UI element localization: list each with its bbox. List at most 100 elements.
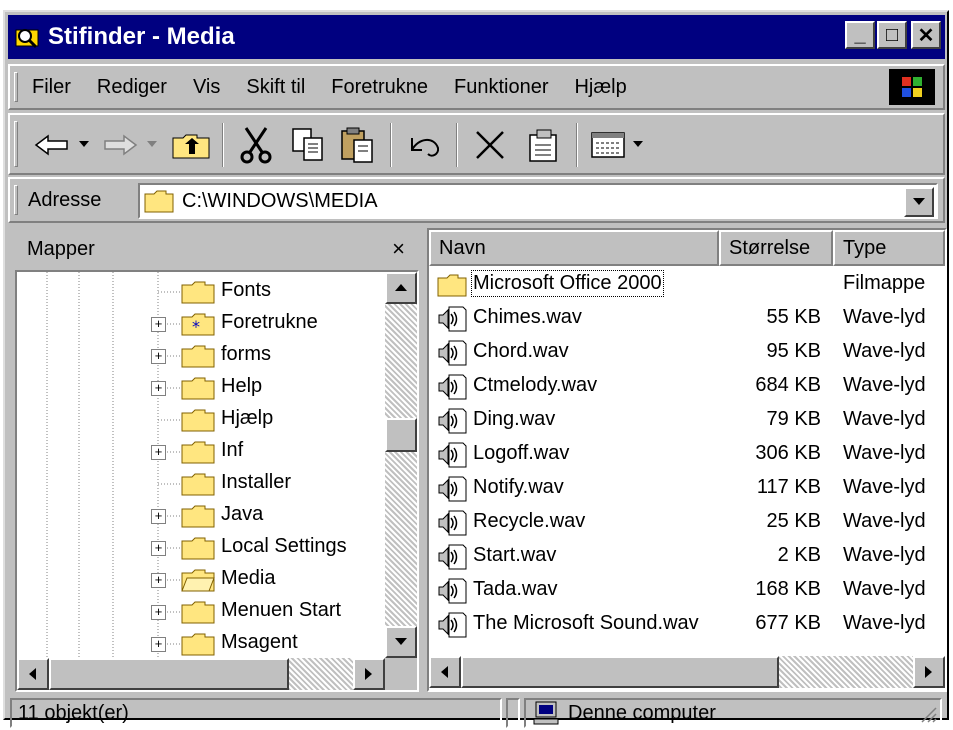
menu-filer[interactable]: Filer — [32, 76, 71, 99]
menu-vis[interactable]: Vis — [193, 76, 220, 99]
expand-button[interactable]: + — [151, 573, 166, 588]
title-bar[interactable]: Stifinder - Media _ □ ✕ — [8, 15, 945, 59]
file-size: 677 KB — [755, 612, 821, 634]
tree-item[interactable]: + Inf — [17, 436, 377, 468]
toolbar-separator — [390, 123, 392, 167]
toolbar-separator — [576, 123, 578, 167]
tree-item-label: forms — [221, 343, 271, 365]
tree-item[interactable]: + forms — [17, 340, 377, 372]
file-row[interactable]: Microsoft Office 2000 Filmappe — [429, 268, 945, 302]
explorer-window: Stifinder - Media _ □ ✕ Filer Rediger Vi… — [0, 0, 953, 728]
expand-button[interactable]: + — [151, 637, 166, 652]
menu-rediger[interactable]: Rediger — [97, 76, 167, 99]
undo-button[interactable] — [400, 124, 448, 166]
menu-foretrukne[interactable]: Foretrukne — [331, 76, 428, 99]
window-frame: Stifinder - Media _ □ ✕ Filer Rediger Vi… — [3, 10, 949, 728]
file-size: 55 KB — [766, 306, 821, 328]
tree-item-label: Media — [221, 567, 276, 589]
expand-button[interactable]: + — [151, 541, 166, 556]
scroll-left-button[interactable] — [17, 658, 49, 690]
menu-hjaelp[interactable]: Hjælp — [574, 76, 626, 99]
file-row[interactable]: Tada.wav 168 KB Wave-lyd — [429, 574, 945, 608]
delete-x-icon — [476, 131, 504, 159]
tree-item[interactable]: Installer — [17, 468, 377, 500]
file-name: Start.wav — [473, 544, 557, 566]
expand-button[interactable]: + — [151, 445, 166, 460]
scroll-down-button[interactable] — [385, 626, 417, 658]
tree-item[interactable]: + * Foretrukne — [17, 308, 377, 340]
close-pane-button[interactable]: × — [392, 236, 405, 262]
scroll-right-button[interactable] — [913, 656, 945, 688]
menu-grip[interactable] — [14, 72, 18, 102]
maximize-button[interactable]: □ — [877, 21, 907, 49]
tree-vertical-scrollbar[interactable] — [385, 272, 417, 658]
resize-grip-icon[interactable] — [918, 704, 938, 724]
folder-tree: Fonts + * Foretrukne + forms + Help Hjælp + … — [15, 270, 419, 692]
status-small-panel — [506, 698, 520, 728]
paste-button[interactable] — [334, 124, 382, 166]
close-button[interactable]: ✕ — [911, 21, 941, 49]
scroll-right-button[interactable] — [353, 658, 385, 690]
file-row[interactable]: Notify.wav 117 KB Wave-lyd — [429, 472, 945, 506]
folder-icon — [437, 274, 467, 297]
tree-horizontal-scrollbar[interactable] — [17, 658, 385, 690]
tree-item[interactable]: Hjælp — [17, 404, 377, 436]
scroll-left-button[interactable] — [429, 656, 461, 688]
tree-item[interactable]: + Media — [17, 564, 377, 596]
delete-button[interactable] — [466, 124, 514, 166]
tree-hscroll-thumb[interactable] — [49, 658, 289, 690]
address-field[interactable]: C:\WINDOWS\MEDIA — [138, 183, 938, 219]
file-row[interactable]: Chord.wav 95 KB Wave-lyd — [429, 336, 945, 370]
cut-button[interactable] — [232, 124, 280, 166]
address-grip[interactable] — [14, 185, 18, 215]
file-row[interactable]: Ctmelody.wav 684 KB Wave-lyd — [429, 370, 945, 404]
tree-item[interactable]: + Menuen Start — [17, 596, 377, 628]
file-row[interactable]: The Microsoft Sound.wav 677 KB Wave-lyd — [429, 608, 945, 642]
column-header-size[interactable]: Størrelse — [719, 230, 833, 266]
expand-button[interactable]: + — [151, 317, 166, 332]
minimize-button[interactable]: _ — [845, 21, 875, 49]
details-view-icon — [591, 132, 625, 158]
copy-button[interactable] — [284, 124, 332, 166]
scroll-up-button[interactable] — [385, 272, 417, 304]
tree-connector — [158, 291, 180, 293]
expand-button[interactable]: + — [151, 509, 166, 524]
expand-button[interactable]: + — [151, 349, 166, 364]
column-header-type[interactable]: Type — [833, 230, 945, 266]
tree-item[interactable]: + Java — [17, 500, 377, 532]
status-location-panel: Denne computer — [524, 698, 942, 728]
forward-dropdown[interactable] — [144, 124, 160, 166]
list-horizontal-scrollbar[interactable] — [429, 656, 945, 688]
expand-button[interactable]: + — [151, 381, 166, 396]
properties-button[interactable] — [520, 124, 568, 166]
tree-item[interactable]: + Local Settings — [17, 532, 377, 564]
back-button[interactable] — [30, 124, 74, 166]
svg-text:*: * — [192, 317, 200, 336]
tree-item[interactable]: + Msagent — [17, 628, 377, 660]
file-size: 95 KB — [766, 340, 821, 362]
toolbar-grip[interactable] — [14, 121, 18, 167]
folder-icon — [181, 345, 215, 368]
menu-funktioner[interactable]: Funktioner — [454, 76, 549, 99]
address-dropdown-button[interactable] — [904, 187, 934, 217]
views-dropdown[interactable] — [630, 124, 646, 166]
back-dropdown[interactable] — [76, 124, 92, 166]
tree-scroll-thumb[interactable] — [385, 418, 417, 452]
tree-item[interactable]: + Help — [17, 372, 377, 404]
views-button[interactable] — [586, 124, 630, 166]
menu-skift-til[interactable]: Skift til — [246, 76, 305, 99]
file-row[interactable]: Ding.wav 79 KB Wave-lyd — [429, 404, 945, 438]
file-row[interactable]: Logoff.wav 306 KB Wave-lyd — [429, 438, 945, 472]
forward-button[interactable] — [98, 124, 142, 166]
tree-item[interactable]: Fonts — [17, 276, 377, 308]
column-header-name[interactable]: Navn — [429, 230, 719, 266]
list-hscroll-thumb[interactable] — [461, 656, 779, 688]
file-row[interactable]: Start.wav 2 KB Wave-lyd — [429, 540, 945, 574]
status-count: 11 objekt(er) — [18, 701, 129, 724]
window-title: Stifinder - Media — [48, 23, 235, 50]
file-row[interactable]: Chimes.wav 55 KB Wave-lyd — [429, 302, 945, 336]
expand-button[interactable]: + — [151, 605, 166, 620]
file-row[interactable]: Recycle.wav 25 KB Wave-lyd — [429, 506, 945, 540]
up-folder-button[interactable] — [168, 124, 214, 166]
tree-item-label: Foretrukne — [221, 311, 318, 333]
